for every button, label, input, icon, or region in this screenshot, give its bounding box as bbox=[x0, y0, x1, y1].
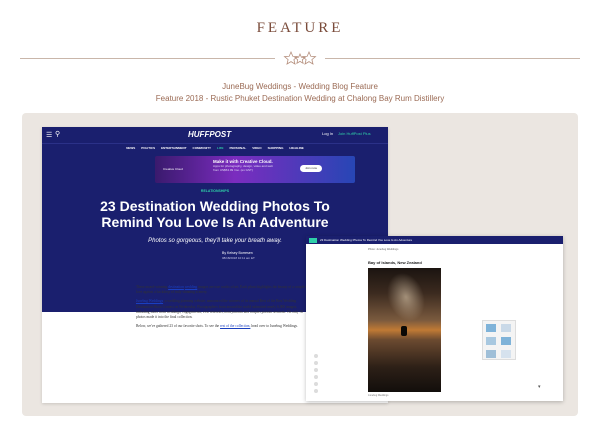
twitter-icon[interactable] bbox=[314, 361, 318, 365]
ad-brand: Creative Cloud bbox=[163, 167, 183, 171]
section-label[interactable]: RELATIONSHIPS bbox=[42, 189, 388, 193]
article-body: These award-winning destination wedding … bbox=[136, 285, 311, 333]
comment-icon[interactable] bbox=[314, 389, 318, 393]
article-paragraph-3: Below, we've gathered 23 of our favorite… bbox=[136, 324, 298, 329]
link-icon[interactable] bbox=[314, 382, 318, 386]
article-paragraph-1: These award-winning destination wedding … bbox=[136, 285, 307, 295]
hamburger-icon[interactable]: ☰ bbox=[46, 131, 52, 139]
card-location-caption: Bay of Islands, New Zealand bbox=[368, 260, 422, 265]
related-thumbnail[interactable] bbox=[482, 320, 516, 360]
card-bar-title: 23 Destination Wedding Photos To Remind … bbox=[320, 238, 413, 242]
link-wedding[interactable]: wedding bbox=[185, 285, 197, 289]
join-link[interactable]: Join HuffPost Plus bbox=[338, 131, 371, 136]
creative-cloud-ad[interactable]: Creative Cloud Make it with Creative Clo… bbox=[155, 156, 355, 183]
card-photo-caption: Junebug Weddings bbox=[368, 394, 389, 397]
card-top-bar: 23 Destination Wedding Photos To Remind … bbox=[306, 236, 563, 244]
article-card-screenshot: 23 Destination Wedding Photos To Remind … bbox=[306, 236, 563, 401]
nav-personal[interactable]: PERSONAL bbox=[230, 146, 247, 150]
huffpost-nav: NEWS POLITICS ENTERTAINMENT COMMUNITY LI… bbox=[42, 143, 388, 152]
nav-highline[interactable]: HIGHLINE bbox=[289, 146, 303, 150]
nav-shopping[interactable]: SHOPPING bbox=[268, 146, 284, 150]
wedding-photo bbox=[368, 267, 441, 392]
nav-news[interactable]: NEWS bbox=[126, 146, 135, 150]
huffpost-top-bar: ☰ ⚲ HUFFPOST Log In Join HuffPost Plus bbox=[42, 127, 388, 143]
feature-title: FEATURE bbox=[256, 20, 344, 36]
email-icon[interactable] bbox=[314, 375, 318, 379]
ad-body: Apps for photography, design, video and … bbox=[213, 164, 273, 172]
nav-community[interactable]: COMMUNITY bbox=[193, 146, 212, 150]
nav-video[interactable]: VIDEO bbox=[252, 146, 261, 150]
login-link[interactable]: Log In bbox=[322, 131, 333, 136]
pinterest-icon[interactable] bbox=[314, 368, 318, 372]
couple-silhouette bbox=[401, 326, 407, 336]
ad-area: Creative Cloud Make it with Creative Clo… bbox=[42, 152, 388, 187]
nav-entertainment[interactable]: ENTERTAINMENT bbox=[161, 146, 186, 150]
ornament-icon bbox=[283, 50, 317, 65]
facebook-icon[interactable] bbox=[314, 354, 318, 358]
article-headline: 23 Destination Wedding Photos To Remind … bbox=[100, 198, 330, 230]
link-rest-of-collection[interactable]: rest of the collection, bbox=[220, 324, 250, 328]
search-icon[interactable]: ⚲ bbox=[55, 130, 60, 138]
feature-subtitle-line2: Feature 2018 - Rustic Phuket Destination… bbox=[155, 94, 445, 103]
link-destination[interactable]: destination bbox=[168, 285, 184, 289]
huffpost-mini-logo bbox=[309, 237, 317, 243]
link-junebug[interactable]: Junebug Weddings bbox=[136, 299, 163, 303]
article-date: 08/18/2018 10:11 am ET bbox=[222, 256, 255, 260]
feature-subtitle-line1: JuneBug Weddings - Wedding Blog Feature bbox=[222, 82, 378, 91]
divider-left bbox=[20, 58, 275, 59]
share-bar bbox=[314, 354, 319, 396]
nav-politics[interactable]: POLITICS bbox=[141, 146, 155, 150]
divider-right bbox=[325, 58, 580, 59]
article-paragraph-2: Junebug Weddings, a wedding planning web… bbox=[136, 299, 304, 320]
huffpost-logo[interactable]: HUFFPOST bbox=[188, 130, 231, 139]
chevron-down-icon[interactable]: ▾ bbox=[538, 384, 541, 390]
article-byline[interactable]: By Kelsey Borresen bbox=[222, 251, 253, 255]
card-photo-credit: Photo: Junebug Weddings bbox=[368, 248, 399, 251]
nav-life[interactable]: LIFE bbox=[217, 146, 224, 150]
ad-join-button[interactable]: Join now bbox=[300, 165, 322, 172]
milky-way bbox=[380, 267, 432, 327]
